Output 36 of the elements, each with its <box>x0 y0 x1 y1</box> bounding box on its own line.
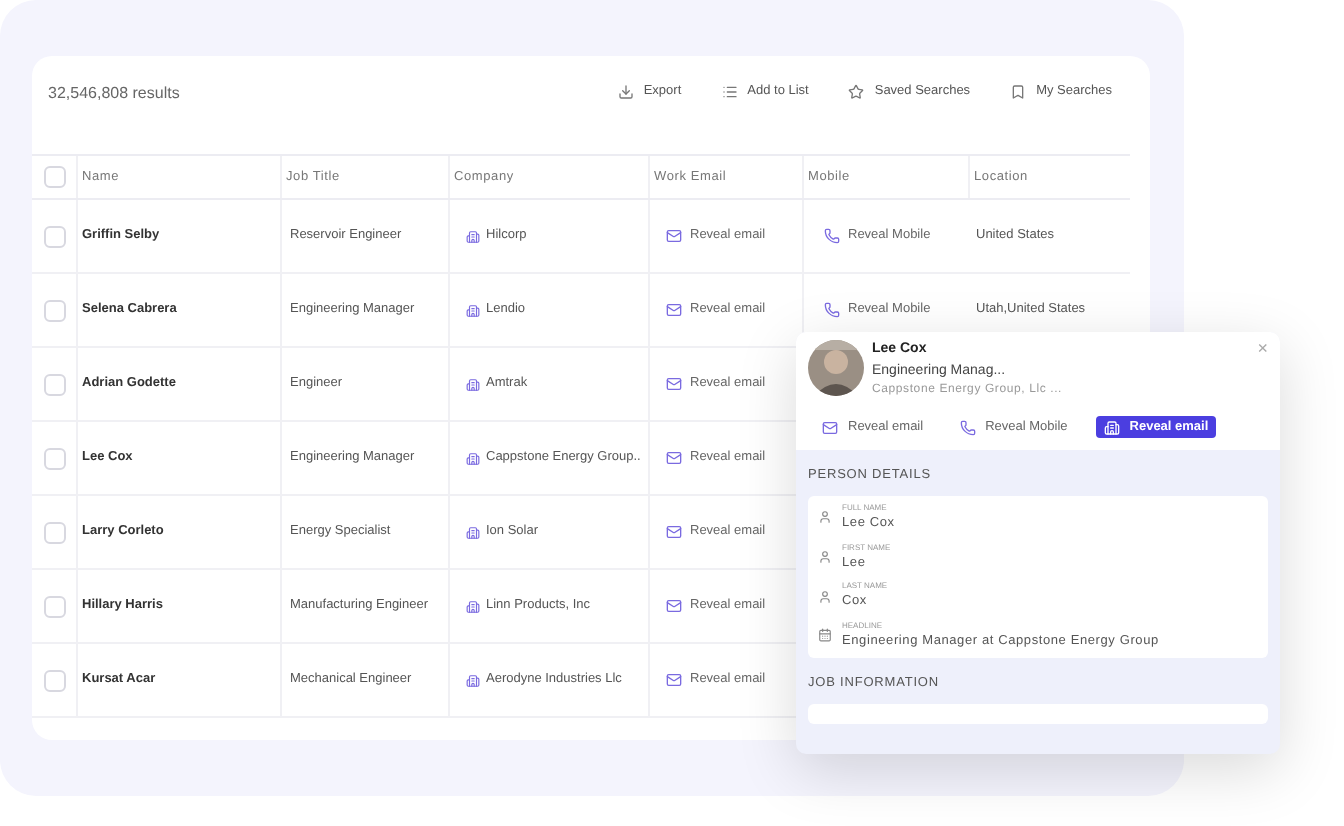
row-checkbox[interactable] <box>43 669 65 691</box>
toolbar-icon <box>848 84 865 100</box>
field-icon <box>818 510 832 525</box>
row-checkbox[interactable] <box>43 373 65 395</box>
toolbar-icon <box>1010 84 1027 100</box>
building-icon <box>466 451 480 465</box>
row-checkbox[interactable] <box>43 595 65 617</box>
building-icon <box>466 673 480 687</box>
phone-icon <box>824 302 840 318</box>
mail-icon <box>666 376 682 392</box>
field-icon <box>818 589 832 604</box>
building-icon <box>466 377 480 391</box>
row-checkbox[interactable] <box>43 225 65 247</box>
mail-icon <box>666 302 682 318</box>
field-icon <box>818 549 832 564</box>
row-checkbox[interactable] <box>43 521 65 543</box>
results-count: 32,546,808 results <box>48 82 180 106</box>
building-icon <box>466 303 480 317</box>
building-icon <box>466 599 480 613</box>
phone-icon <box>959 419 976 435</box>
building-icon <box>1103 419 1120 435</box>
mail-icon <box>666 228 682 244</box>
field-icon <box>818 628 832 643</box>
row-checkbox[interactable] <box>43 299 65 321</box>
row-checkbox[interactable] <box>43 166 65 188</box>
mail-icon <box>822 419 838 435</box>
building-icon <box>466 525 480 539</box>
mail-icon <box>666 524 682 540</box>
toolbar-icon <box>721 84 738 100</box>
row-checkbox[interactable] <box>43 447 65 469</box>
mail-icon <box>666 598 682 614</box>
mail-icon <box>666 672 682 688</box>
building-icon <box>466 229 480 243</box>
mail-icon <box>666 450 682 466</box>
toolbar-icon <box>617 84 634 100</box>
phone-icon <box>824 228 840 244</box>
